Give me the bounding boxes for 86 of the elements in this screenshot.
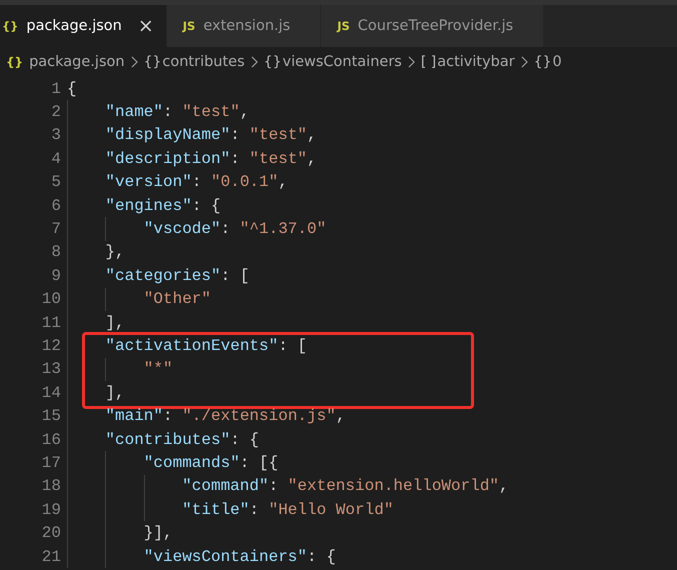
json-key: "contributes"	[105, 430, 230, 449]
punctuation: ,	[307, 126, 317, 144]
json-key: "commands"	[144, 454, 240, 472]
string-value: "Other"	[144, 290, 211, 308]
punctuation: ,	[278, 173, 288, 192]
string-value: "./extension.js"	[182, 407, 336, 426]
breadcrumb-item[interactable]: [ ]activitybar	[420, 54, 515, 70]
json-key: "engines"	[105, 196, 192, 215]
string-value: "extension.helloWorld"	[288, 477, 500, 496]
line-number: 18	[40, 477, 61, 496]
punctuation: ,	[240, 103, 250, 122]
punctuation: : [	[220, 266, 250, 285]
punctuation: : [{	[240, 454, 278, 472]
string-value: "0.0.1"	[211, 173, 278, 192]
line-number: 12	[40, 336, 61, 355]
punctuation: },	[105, 243, 125, 262]
punctuation: ],	[105, 314, 125, 332]
json-key: "version"	[105, 173, 192, 192]
punctuation: : {	[307, 548, 336, 566]
json-key: "title"	[182, 500, 250, 519]
string-value: "test"	[249, 126, 308, 144]
punctuation: : [	[278, 336, 308, 355]
punctuation: :	[163, 407, 174, 426]
punctuation: {	[67, 80, 77, 98]
breadcrumb-item[interactable]: {} package.json	[6, 54, 125, 70]
line-number: 3	[50, 126, 61, 144]
json-key: "categories"	[105, 266, 221, 285]
line-number: 20	[40, 524, 61, 542]
json-key: "displayName"	[105, 126, 230, 144]
file-type-icon: JS	[182, 19, 196, 33]
json-key: "vscode"	[144, 220, 221, 238]
chevron-icon	[250, 56, 258, 68]
close-icon[interactable]: ×	[138, 15, 154, 37]
file-type-icon: {}	[2, 19, 18, 33]
json-key: "main"	[105, 407, 163, 426]
punctuation: :	[192, 173, 202, 192]
punctuation: ,	[307, 150, 317, 168]
json-key: "command"	[182, 477, 269, 496]
line-number: 17	[40, 454, 61, 472]
line-number: 7	[50, 220, 61, 238]
punctuation: ],	[105, 384, 125, 402]
punctuation: :	[163, 103, 174, 122]
json-key: "activationEvents"	[105, 336, 278, 355]
line-number: 9	[50, 266, 61, 285]
line-number: 21	[40, 548, 61, 566]
string-value: "^1.37.0"	[240, 220, 326, 238]
punctuation: :	[220, 220, 232, 238]
line-number: 2	[50, 103, 61, 122]
file-type-icon: JS	[337, 19, 350, 33]
json-key: "name"	[105, 103, 163, 122]
line-number: 14	[40, 384, 61, 402]
line-number: 16	[40, 430, 61, 449]
breadcrumb-item[interactable]: {}contributes	[144, 54, 245, 70]
chevron-icon	[520, 56, 528, 68]
line-number: 1	[50, 80, 61, 98]
line-number: 8	[50, 243, 61, 262]
breadcrumb-item[interactable]: {}0	[534, 54, 562, 70]
breadcrumb-item[interactable]: {}viewsContainers	[264, 54, 402, 70]
punctuation: ,	[499, 477, 509, 496]
line-number: 19	[40, 500, 61, 519]
line-number: 10	[40, 290, 61, 308]
line-number: 4	[50, 150, 61, 168]
line-number: 11	[40, 314, 61, 332]
string-value: "test"	[249, 150, 308, 168]
line-number: 6	[50, 196, 61, 215]
editor-tab[interactable]: JS extension.js	[166, 5, 322, 47]
punctuation: :	[249, 500, 260, 519]
punctuation: : {	[192, 196, 221, 215]
json-key: "description"	[105, 150, 230, 168]
punctuation: :	[268, 477, 280, 496]
editor-tab[interactable]: {} package.json ×	[0, 5, 167, 47]
string-value: "Hello World"	[268, 500, 394, 519]
line-number: 13	[40, 360, 61, 378]
chevron-icon	[130, 56, 138, 68]
punctuation: ,	[336, 407, 346, 426]
string-value: "*"	[144, 360, 173, 378]
punctuation: }],	[144, 524, 173, 542]
punctuation: :	[230, 126, 241, 144]
line-number: 15	[40, 407, 61, 426]
json-key: "viewsContainers"	[144, 548, 308, 566]
line-number: 5	[50, 173, 61, 192]
chevron-icon	[408, 56, 415, 68]
string-value: "test"	[182, 103, 240, 122]
punctuation: :	[230, 150, 241, 168]
editor-tab[interactable]: JS CourseTreeProvider.js	[321, 5, 544, 47]
punctuation: : {	[230, 430, 260, 449]
